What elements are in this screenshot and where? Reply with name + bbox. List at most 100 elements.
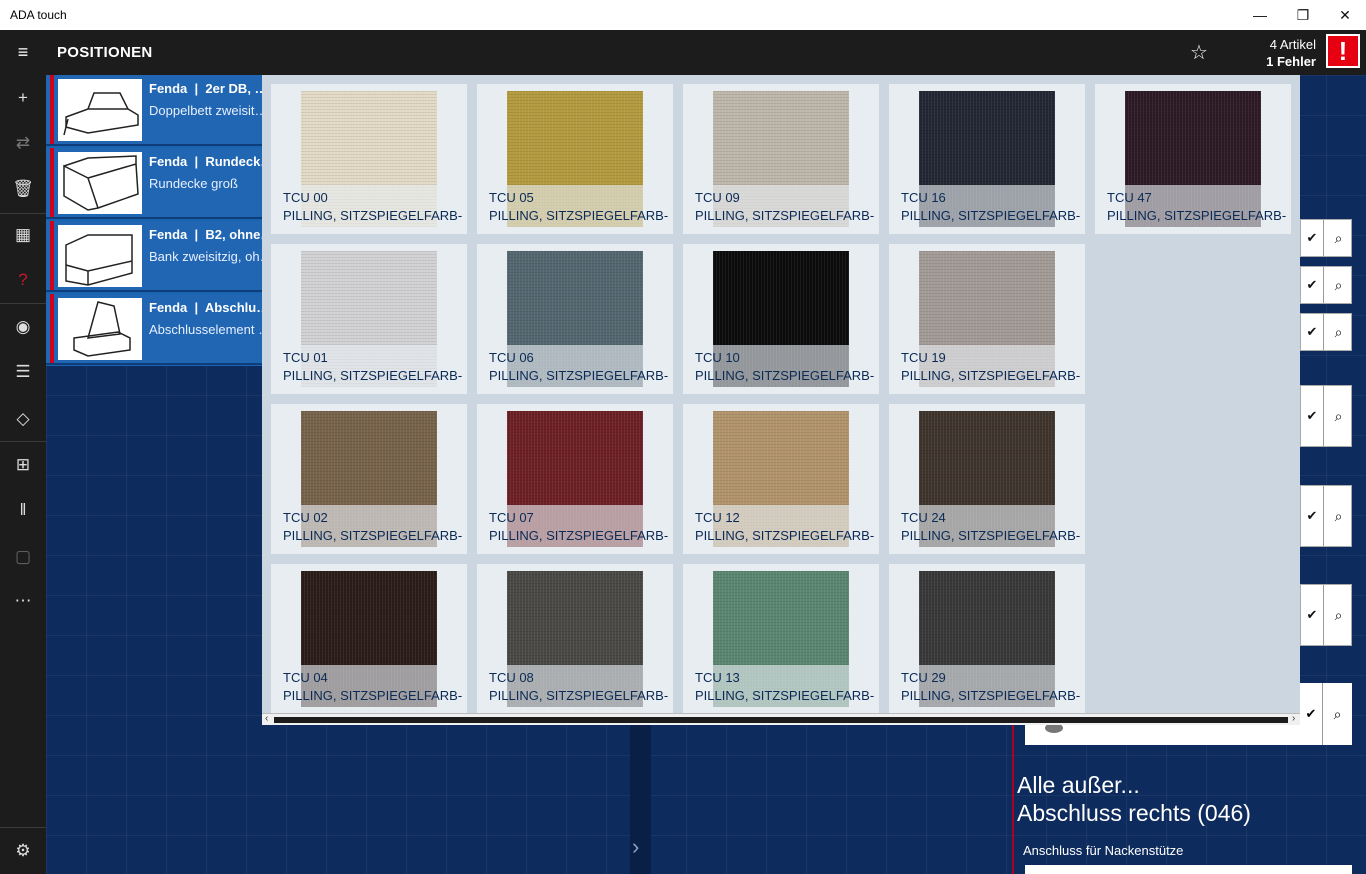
fabric-tile[interactable]: TCU 02 PILLING, SITZSPIEGELFARB- <box>271 404 467 554</box>
bag-icon[interactable]: ▢ <box>0 537 46 577</box>
app-header: ≡ POSITIONEN ☆ 4 Artikel 1 Fehler ! <box>0 30 1366 75</box>
horizontal-scrollbar[interactable]: ‹ › <box>262 713 1300 725</box>
more-icon[interactable]: ⋯ <box>0 581 46 621</box>
option-panel[interactable]: ✔ ⌕ <box>1300 485 1352 547</box>
position-title: Fenda | 2er DB, … <box>149 81 262 96</box>
fabric-description: PILLING, SITZSPIEGELFARB- <box>901 368 1081 383</box>
end-element-thumbnail <box>58 298 142 360</box>
fabric-description: PILLING, SITZSPIEGELFARB- <box>695 208 875 223</box>
fabric-tile[interactable]: TCU 07 PILLING, SITZSPIEGELFARB- <box>477 404 673 554</box>
option-panel[interactable]: ✔ ⌕ <box>1300 266 1352 304</box>
check-icon[interactable]: ✔ <box>1301 220 1323 256</box>
fabric-code: TCU 05 <box>489 190 534 205</box>
fabric-tile[interactable]: TCU 12 PILLING, SITZSPIEGELFARB- <box>683 404 879 554</box>
fabric-tile[interactable]: TCU 04 PILLING, SITZSPIEGELFARB- <box>271 564 467 714</box>
search-icon[interactable]: ⌕ <box>1323 386 1353 446</box>
fabric-code: TCU 12 <box>695 510 740 525</box>
check-icon[interactable]: ✔ <box>1301 585 1323 645</box>
window-title: ADA touch <box>10 8 67 22</box>
delete-icon[interactable]: 🗑 <box>0 169 46 209</box>
fabric-code: TCU 24 <box>901 510 946 525</box>
fabric-tile[interactable]: TCU 06 PILLING, SITZSPIEGELFARB- <box>477 244 673 394</box>
search-icon[interactable]: ⌕ <box>1323 585 1353 645</box>
rail-divider <box>0 827 46 828</box>
swap-icon[interactable]: ⇄ <box>0 123 46 163</box>
fabric-description: PILLING, SITZSPIEGELFARB- <box>695 368 875 383</box>
neck-rest-option-field[interactable] <box>1025 865 1352 874</box>
fabric-tile[interactable]: TCU 13 PILLING, SITZSPIEGELFARB- <box>683 564 879 714</box>
fabric-code: TCU 07 <box>489 510 534 525</box>
fabric-description: PILLING, SITZSPIEGELFARB- <box>489 368 669 383</box>
scrollbar-thumb[interactable] <box>274 717 1288 723</box>
fabric-tile[interactable]: TCU 01 PILLING, SITZSPIEGELFARB- <box>271 244 467 394</box>
cart-summary[interactable]: 4 Artikel 1 Fehler <box>1266 36 1316 70</box>
error-alert-icon[interactable]: ! <box>1326 34 1360 68</box>
list-item[interactable]: Fenda | B2, ohne… Bank zweisitzig, oh… <box>46 221 262 292</box>
left-toolbar: + ⇄ 🗑 ▦ ? ◉ ☰ ◇ ⊞ ‖ ▢ ⋯ ⚙ <box>0 75 46 874</box>
search-icon[interactable]: ⌕ <box>1323 314 1353 350</box>
position-description: Rundecke groß <box>149 176 238 191</box>
table-icon[interactable]: ▦ <box>0 215 46 255</box>
page-title: POSITIONEN <box>57 44 153 61</box>
favorite-star-icon[interactable]: ☆ <box>1190 40 1208 65</box>
settings-icon[interactable]: ⚙ <box>0 831 46 871</box>
tag-icon[interactable]: ◇ <box>0 399 46 439</box>
check-icon[interactable]: ✔ <box>1301 386 1323 446</box>
rail-divider <box>0 213 46 214</box>
fabric-tile[interactable]: TCU 00 PILLING, SITZSPIEGELFARB- <box>271 84 467 234</box>
fabric-tile[interactable]: TCU 05 PILLING, SITZSPIEGELFARB- <box>477 84 673 234</box>
fabric-tile[interactable]: TCU 47 PILLING, SITZSPIEGELFARB- <box>1095 84 1291 234</box>
scroll-right-icon[interactable]: › <box>1292 713 1295 724</box>
search-icon[interactable]: ⌕ <box>1323 486 1353 546</box>
hamburger-menu-icon[interactable]: ≡ <box>0 30 46 75</box>
chevron-right-icon[interactable]: › <box>632 834 639 860</box>
error-marker <box>50 221 54 290</box>
add-icon[interactable]: + <box>0 78 46 118</box>
fabric-tile[interactable]: TCU 10 PILLING, SITZSPIEGELFARB- <box>683 244 879 394</box>
option-label: Anschluss für Nackenstütze <box>1023 843 1184 858</box>
exception-heading: Alle außer... <box>1017 772 1140 798</box>
fabric-description: PILLING, SITZSPIEGELFARB- <box>901 688 1081 703</box>
list-item[interactable]: Fenda | Rundeck… Rundecke groß <box>46 148 262 219</box>
fabric-description: PILLING, SITZSPIEGELFARB- <box>695 528 875 543</box>
search-icon[interactable]: ⌕ <box>1323 267 1353 303</box>
close-button[interactable]: ✕ <box>1323 0 1366 30</box>
check-icon[interactable]: ✔ <box>1300 683 1322 745</box>
rail-divider <box>0 441 46 442</box>
option-panel[interactable]: ✔ ⌕ <box>1300 219 1352 257</box>
option-panel[interactable]: ✔ ⌕ <box>1300 313 1352 351</box>
fabric-tile[interactable]: TCU 19 PILLING, SITZSPIEGELFARB- <box>889 244 1085 394</box>
fabric-description: PILLING, SITZSPIEGELFARB- <box>695 688 875 703</box>
fabric-code: TCU 00 <box>283 190 328 205</box>
fabric-tile[interactable]: TCU 08 PILLING, SITZSPIEGELFARB- <box>477 564 673 714</box>
list-item[interactable]: Fenda | 2er DB, … Doppelbett zweisit… <box>46 75 262 146</box>
fabric-description: PILLING, SITZSPIEGELFARB- <box>489 688 669 703</box>
fabric-tile[interactable]: TCU 09 PILLING, SITZSPIEGELFARB- <box>683 84 879 234</box>
search-icon[interactable]: ⌕ <box>1322 683 1352 745</box>
pause-icon[interactable]: ‖ <box>0 490 46 530</box>
error-marker <box>50 294 54 363</box>
search-icon[interactable]: ⌕ <box>1323 220 1353 256</box>
error-count: 1 Fehler <box>1266 54 1316 69</box>
user-list-icon[interactable]: ☰ <box>0 352 46 392</box>
option-panel[interactable]: ✔ ⌕ <box>1300 385 1352 447</box>
check-icon[interactable]: ✔ <box>1301 486 1323 546</box>
scroll-left-icon[interactable]: ‹ <box>265 713 268 724</box>
list-item[interactable]: Fenda | Abschlu… Abschlusselement … <box>46 294 262 365</box>
fabric-code: TCU 08 <box>489 670 534 685</box>
minimize-button[interactable]: — <box>1238 0 1282 30</box>
add-note-icon[interactable]: ⊞ <box>0 445 46 485</box>
fabric-code: TCU 06 <box>489 350 534 365</box>
fabric-tile[interactable]: TCU 24 PILLING, SITZSPIEGELFARB- <box>889 404 1085 554</box>
check-icon[interactable]: ✔ <box>1301 267 1323 303</box>
fabric-description: PILLING, SITZSPIEGELFARB- <box>283 528 463 543</box>
fabric-tile[interactable]: TCU 16 PILLING, SITZSPIEGELFARB- <box>889 84 1085 234</box>
error-marker <box>50 75 54 144</box>
eye-icon[interactable]: ◉ <box>0 307 46 347</box>
restore-button[interactable]: ❐ <box>1281 0 1325 30</box>
position-description: Doppelbett zweisit… <box>149 103 262 118</box>
option-panel[interactable]: ✔ ⌕ <box>1300 584 1352 646</box>
fabric-tile[interactable]: TCU 29 PILLING, SITZSPIEGELFARB- <box>889 564 1085 714</box>
check-icon[interactable]: ✔ <box>1301 314 1323 350</box>
help-icon[interactable]: ? <box>0 260 46 300</box>
